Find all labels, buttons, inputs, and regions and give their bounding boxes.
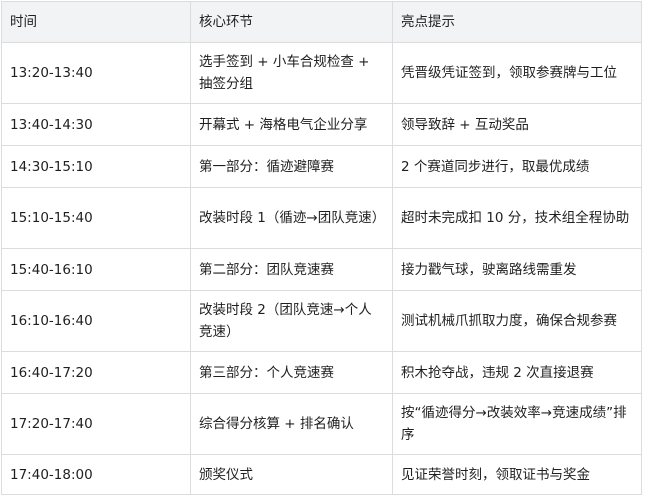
time-cell: 15:10-15:40 bbox=[1, 187, 191, 249]
time-cell: 15:40-16:10 bbox=[1, 248, 191, 291]
highlight-cell: 测试机械爪抓取力度，确保合规参赛 bbox=[392, 290, 642, 352]
schedule-table: 时间 核心环节 亮点提示 13:20-13:40 选手签到 + 小车合规检查 +… bbox=[1, 1, 642, 495]
time-cell: 17:40-18:00 bbox=[1, 454, 191, 495]
time-cell: 17:20-17:40 bbox=[1, 393, 191, 455]
highlight-text: 测试机械爪抓取力度，确保合规参赛 bbox=[401, 313, 617, 329]
highlight-text: 领导致辞 + 互动奖品 bbox=[401, 116, 529, 133]
header-time: 时间 bbox=[1, 1, 191, 43]
segment-text: 第三部分：个人竞速赛 bbox=[199, 364, 334, 381]
segment-cell: 第一部分：循迹避障赛 bbox=[190, 145, 393, 188]
segment-text: 开幕式 + 海格电气企业分享 bbox=[199, 116, 368, 133]
table-row: 16:10-16:40 改装时段 2（团队竞速→个人竞速） 测试机械爪抓取力度，… bbox=[1, 290, 642, 352]
table-row: 15:10-15:40 改装时段 1（循迹→团队竞速） 超时未完成扣 10 分，… bbox=[1, 187, 642, 249]
segment-cell: 改装时段 1（循迹→团队竞速） bbox=[190, 187, 393, 249]
segment-cell: 改装时段 2（团队竞速→个人竞速） bbox=[190, 290, 393, 352]
segment-cell: 综合得分核算 + 排名确认 bbox=[190, 393, 393, 455]
highlight-text: 凭晋级凭证签到，领取参赛牌与工位 bbox=[401, 65, 617, 81]
table-row: 14:30-15:10 第一部分：循迹避障赛 2 个赛道同步进行，取最优成绩 bbox=[1, 145, 642, 188]
time-cell: 14:30-15:10 bbox=[1, 145, 191, 188]
segment-cell: 第二部分：团队竞速赛 bbox=[190, 248, 393, 291]
segment-cell: 颁奖仪式 bbox=[190, 454, 393, 495]
highlight-text: 按“循迹得分→改装效率→竞速成绩”排序 bbox=[401, 405, 627, 443]
time-cell: 13:20-13:40 bbox=[1, 42, 191, 104]
table-row: 17:40-18:00 颁奖仪式 见证荣誉时刻，领取证书与奖金 bbox=[1, 454, 642, 495]
segment-text: 综合得分核算 + 排名确认 bbox=[199, 416, 354, 432]
highlight-cell: 领导致辞 + 互动奖品 bbox=[392, 103, 642, 146]
highlight-text: 2 个赛道同步进行，取最优成绩 bbox=[401, 158, 590, 175]
segment-text: 第一部分：循迹避障赛 bbox=[199, 158, 334, 175]
time-cell: 13:40-14:30 bbox=[1, 103, 191, 146]
segment-cell: 开幕式 + 海格电气企业分享 bbox=[190, 103, 393, 146]
table-row: 13:20-13:40 选手签到 + 小车合规检查 + 抽签分组 凭晋级凭证签到… bbox=[1, 42, 642, 104]
table-row: 16:40-17:20 第三部分：个人竞速赛 积木抢夺战，违规 2 次直接退赛 bbox=[1, 351, 642, 394]
highlight-text: 见证荣誉时刻，领取证书与奖金 bbox=[401, 466, 590, 483]
segment-cell: 第三部分：个人竞速赛 bbox=[190, 351, 393, 394]
time-cell: 16:10-16:40 bbox=[1, 290, 191, 352]
highlight-text: 接力戳气球，驶离路线需重发 bbox=[401, 261, 577, 278]
highlight-cell: 凭晋级凭证签到，领取参赛牌与工位 bbox=[392, 42, 642, 104]
table-row: 15:40-16:10 第二部分：团队竞速赛 接力戳气球，驶离路线需重发 bbox=[1, 248, 642, 291]
highlight-cell: 积木抢夺战，违规 2 次直接退赛 bbox=[392, 351, 642, 394]
table-row: 13:40-14:30 开幕式 + 海格电气企业分享 领导致辞 + 互动奖品 bbox=[1, 103, 642, 146]
highlight-cell: 2 个赛道同步进行，取最优成绩 bbox=[392, 145, 642, 188]
highlight-text: 积木抢夺战，违规 2 次直接退赛 bbox=[401, 364, 594, 381]
highlight-text: 超时未完成扣 10 分，技术组全程协助 bbox=[401, 210, 630, 226]
header-segment: 核心环节 bbox=[190, 1, 393, 43]
time-cell: 16:40-17:20 bbox=[1, 351, 191, 394]
highlight-cell: 见证荣誉时刻，领取证书与奖金 bbox=[392, 454, 642, 495]
highlight-cell: 接力戳气球，驶离路线需重发 bbox=[392, 248, 642, 291]
segment-text: 改装时段 1（循迹→团队竞速） bbox=[199, 210, 386, 226]
header-highlight: 亮点提示 bbox=[392, 1, 642, 43]
segment-text: 改装时段 2（团队竞速→个人竞速） bbox=[199, 302, 372, 340]
table-header-row: 时间 核心环节 亮点提示 bbox=[1, 1, 642, 43]
highlight-cell: 按“循迹得分→改装效率→竞速成绩”排序 bbox=[392, 393, 642, 455]
segment-text: 第二部分：团队竞速赛 bbox=[199, 261, 334, 278]
highlight-cell: 超时未完成扣 10 分，技术组全程协助 bbox=[392, 187, 642, 249]
table-row: 17:20-17:40 综合得分核算 + 排名确认 按“循迹得分→改装效率→竞速… bbox=[1, 393, 642, 455]
segment-text: 选手签到 + 小车合规检查 + 抽签分组 bbox=[199, 54, 370, 92]
segment-cell: 选手签到 + 小车合规检查 + 抽签分组 bbox=[190, 42, 393, 104]
segment-text: 颁奖仪式 bbox=[199, 466, 253, 483]
